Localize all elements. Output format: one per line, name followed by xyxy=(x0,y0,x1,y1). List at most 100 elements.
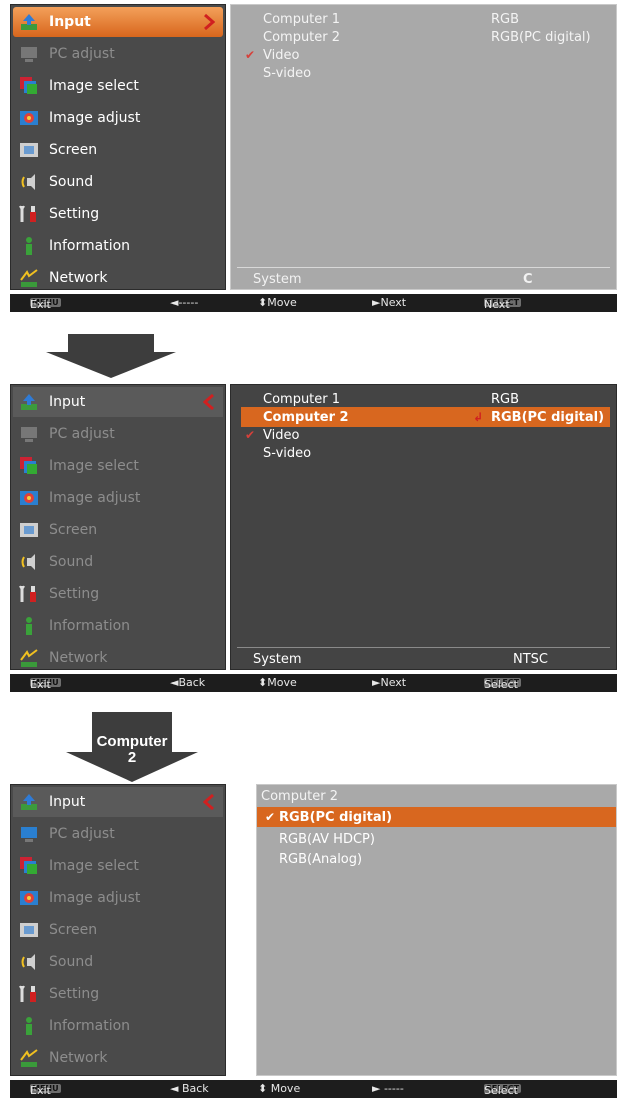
chevron-left-icon xyxy=(203,393,214,411)
network-icon xyxy=(20,1049,38,1067)
menu-item-input[interactable]: Input xyxy=(13,787,223,817)
menu-item-screen[interactable]: Screen xyxy=(13,915,223,945)
system-row[interactable]: System C xyxy=(237,267,610,290)
chevron-right-icon xyxy=(204,13,215,31)
menu-item-label: Screen xyxy=(49,922,98,938)
information-icon xyxy=(26,237,32,255)
option-s-video[interactable]: S-video xyxy=(241,63,610,83)
information-icon xyxy=(26,617,32,635)
screen-icon xyxy=(20,923,38,937)
screen-2: Input PC adjust Image select Image adjus… xyxy=(10,384,617,692)
move-hint: ⬍Move xyxy=(258,676,297,689)
menu-item-label: Sound xyxy=(49,954,94,970)
menu-item-label: Sound xyxy=(49,174,94,190)
option-rgb-av-hdcp[interactable]: RGB(AV HDCP) xyxy=(257,829,616,849)
pc-adjust-icon xyxy=(21,827,37,842)
screen-icon xyxy=(20,523,38,537)
system-row[interactable]: System NTSC xyxy=(237,647,610,670)
menu-item-setting[interactable]: Setting xyxy=(13,199,223,229)
menu-item-image-adjust[interactable]: Image adjust xyxy=(13,103,223,133)
menu-item-sound[interactable]: Sound xyxy=(13,947,223,977)
menu-item-information[interactable]: Information xyxy=(13,611,223,641)
menu-item-label: Information xyxy=(49,618,131,634)
menu-item-image-adjust[interactable]: Image adjust xyxy=(13,883,223,913)
menu-item-label: PC adjust xyxy=(49,426,115,442)
back-hint: ◄----- xyxy=(170,296,199,309)
menu-item-label: Information xyxy=(49,1018,131,1034)
menu-item-network[interactable]: Network xyxy=(13,643,223,673)
menu-item-label: Setting xyxy=(49,206,100,222)
move-hint: ⬍ Move xyxy=(258,1082,301,1095)
option-rgb-analog[interactable]: RGB(Analog) xyxy=(257,849,616,869)
menu-item-label: Screen xyxy=(49,142,98,158)
pc-adjust-icon xyxy=(21,47,37,62)
menu-item-image-select[interactable]: Image select xyxy=(13,451,223,481)
menu-item-label: Screen xyxy=(49,522,98,538)
menu-item-setting[interactable]: Setting xyxy=(13,579,223,609)
menu-item-label: Input xyxy=(49,794,86,810)
chevron-left-icon xyxy=(203,793,214,811)
menu-item-input[interactable]: Input xyxy=(13,387,223,417)
down-arrow-icon xyxy=(46,334,176,378)
screen-3: Input PC adjust Image select Image adjus… xyxy=(10,784,617,1098)
menu-item-label: Setting xyxy=(49,986,100,1002)
arrow-label: Computer 2 xyxy=(96,733,168,766)
option-video[interactable]: ✔ Video xyxy=(241,425,610,445)
menu-item-pc-adjust[interactable]: PC adjust xyxy=(13,819,223,849)
menu-item-screen[interactable]: Screen xyxy=(13,135,223,165)
menu-item-information[interactable]: Information xyxy=(13,231,223,261)
menu-item-information[interactable]: Information xyxy=(13,1011,223,1041)
back-hint: ◄ Back xyxy=(170,1082,209,1095)
menu-item-image-select[interactable]: Image select xyxy=(13,851,223,881)
option-computer-1[interactable]: Computer 1 RGB xyxy=(241,389,610,409)
menu-item-input[interactable]: Input xyxy=(13,7,223,37)
option-computer-2[interactable]: Computer 2 RGB(PC digital) xyxy=(241,27,610,47)
screen-icon xyxy=(20,143,38,157)
menu-item-screen[interactable]: Screen xyxy=(13,515,223,545)
option-s-video[interactable]: S-video xyxy=(241,443,610,463)
menu-item-sound[interactable]: Sound xyxy=(13,547,223,577)
menu-item-label: Image select xyxy=(49,458,139,474)
main-menu: Input PC adjust Image select Image adjus… xyxy=(10,384,226,670)
status-bar: MENU Exit ◄----- ⬍Move ►Next SELECT Next xyxy=(10,294,617,312)
menu-item-pc-adjust[interactable]: PC adjust xyxy=(13,39,223,69)
image-adjust-icon xyxy=(20,891,38,905)
menu-item-pc-adjust[interactable]: PC adjust xyxy=(13,419,223,449)
network-icon xyxy=(20,649,38,667)
menu-item-label: Image adjust xyxy=(49,890,141,906)
option-computer-1[interactable]: Computer 1 RGB xyxy=(241,9,610,29)
status-bar: MENU Exit ◄Back ⬍Move ►Next SELECT Select xyxy=(10,674,617,692)
move-hint: ⬍Move xyxy=(258,296,297,309)
menu-item-sound[interactable]: Sound xyxy=(13,167,223,197)
menu-item-network[interactable]: Network xyxy=(13,1043,223,1073)
menu-item-setting[interactable]: Setting xyxy=(13,979,223,1009)
input-submenu-panel: Computer 1 RGB Computer 2 ↲ RGB(PC digit… xyxy=(230,384,617,670)
next-hint: ► ----- xyxy=(372,1082,404,1095)
down-arrow-computer-2: Computer 2 xyxy=(66,712,198,782)
arrow-marker-icon: ↲ xyxy=(473,410,484,424)
setting-icon xyxy=(19,205,36,222)
network-icon xyxy=(20,269,38,287)
menu-item-label: Sound xyxy=(49,554,94,570)
menu-item-label: Image select xyxy=(49,858,139,874)
input-icon xyxy=(21,794,37,810)
pc-adjust-icon xyxy=(21,427,37,442)
menu-item-image-adjust[interactable]: Image adjust xyxy=(13,483,223,513)
status-bar: MENU Exit ◄ Back ⬍ Move ► ----- SELECT Sel… xyxy=(10,1080,617,1098)
option-rgb-pc-digital[interactable]: ✔ RGB(PC digital) xyxy=(257,807,616,827)
option-video[interactable]: ✔ Video xyxy=(241,45,610,65)
menu-item-label: Input xyxy=(49,394,86,410)
checkmark-icon: ✔ xyxy=(265,810,276,824)
menu-item-label: Network xyxy=(49,1050,108,1066)
next-hint: ►Next xyxy=(372,676,407,689)
menu-item-image-select[interactable]: Image select xyxy=(13,71,223,101)
sound-icon xyxy=(21,174,35,190)
computer-2-submenu-panel: Computer 2 ✔ RGB(PC digital) RGB(AV HDCP… xyxy=(256,784,617,1076)
next-hint: ►Next xyxy=(372,296,407,309)
main-menu: Input PC adjust Image select Image adjus… xyxy=(10,784,226,1076)
image-select-icon xyxy=(20,857,37,874)
option-computer-2[interactable]: Computer 2 ↲ RGB(PC digital) xyxy=(241,407,610,427)
menu-item-network[interactable]: Network xyxy=(13,263,223,293)
submenu-title: Computer 2 xyxy=(261,789,339,804)
back-hint: ◄Back xyxy=(170,676,206,689)
